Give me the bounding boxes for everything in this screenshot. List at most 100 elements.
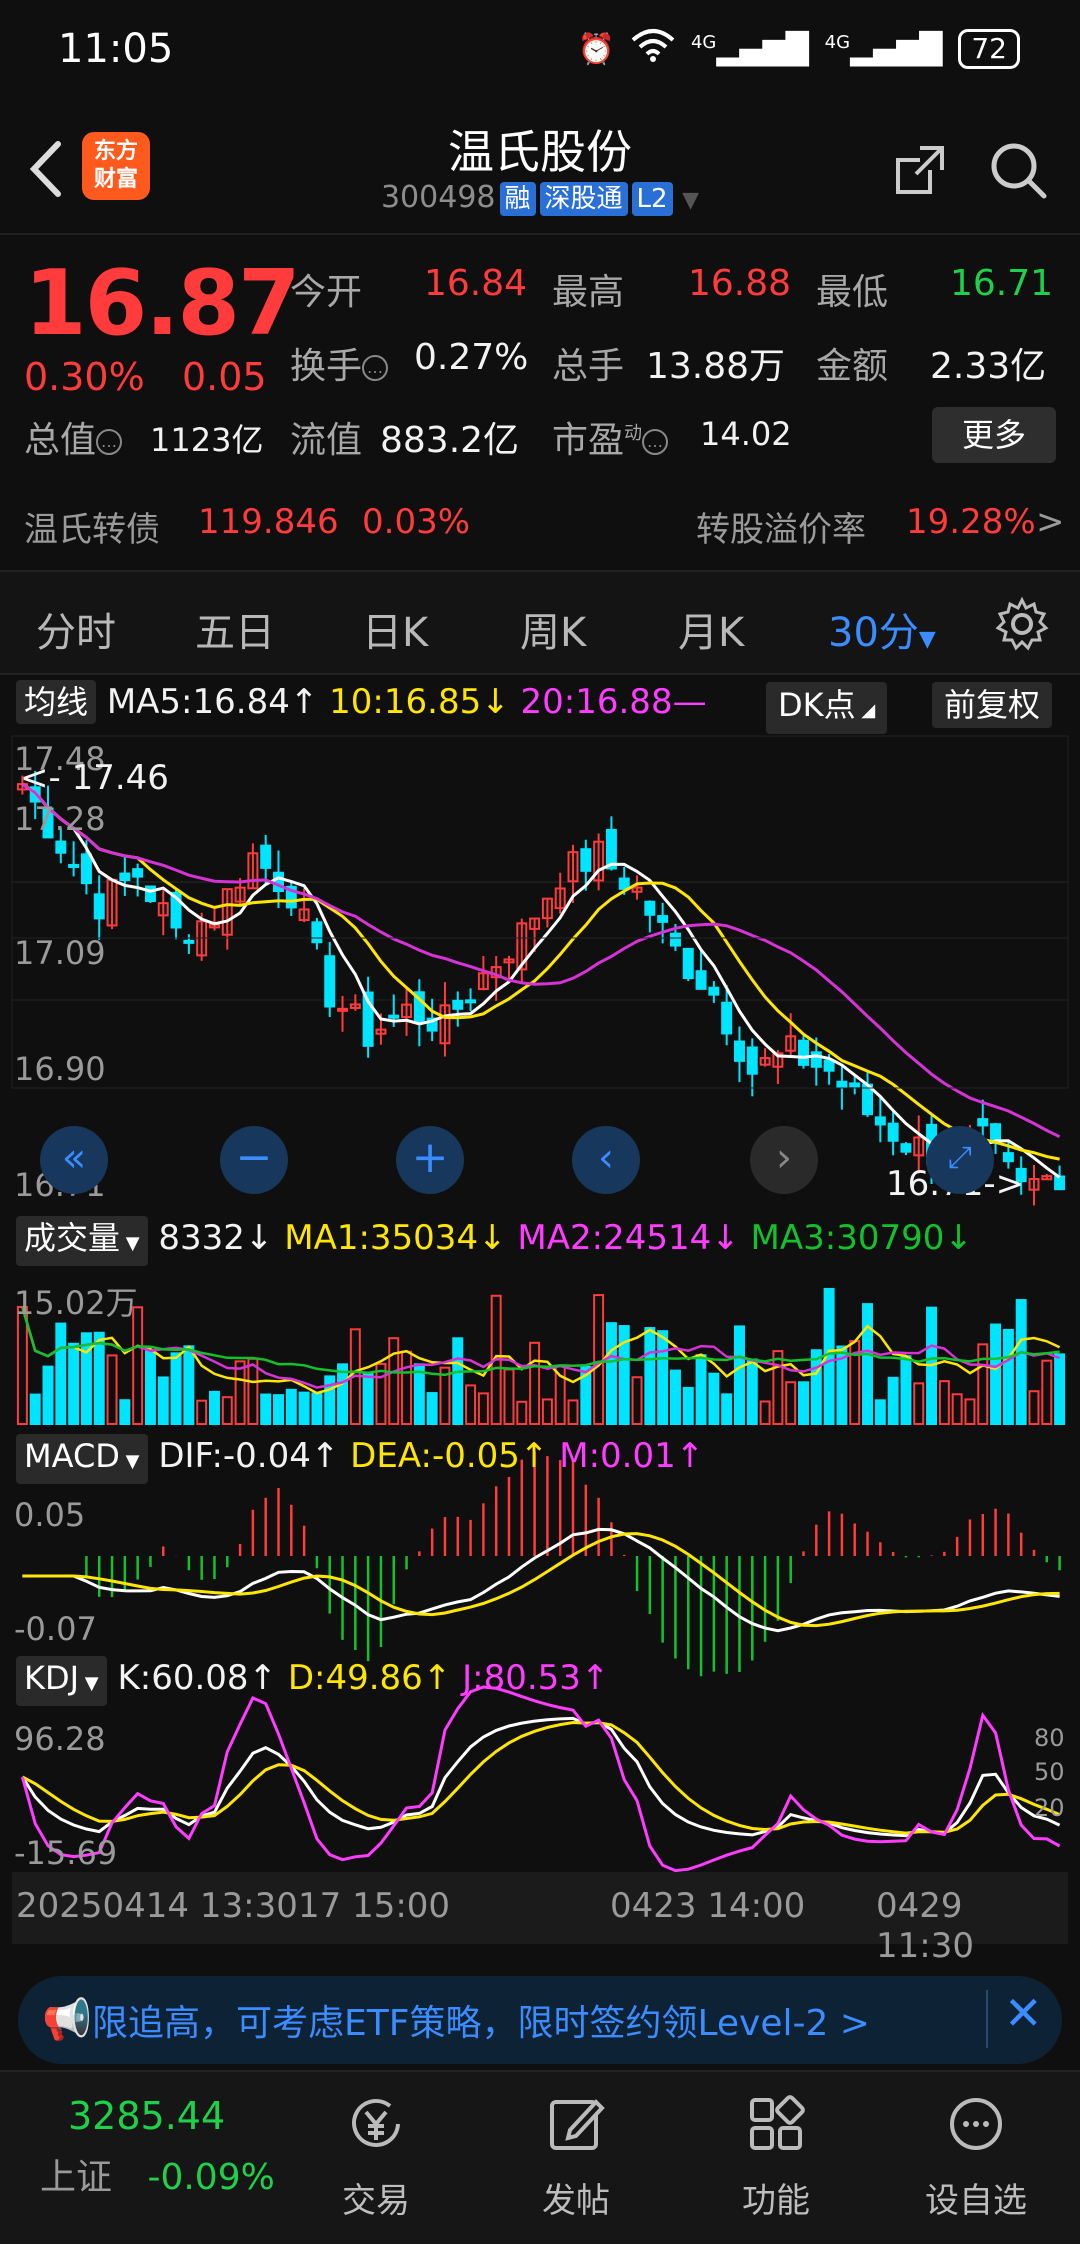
nav-post[interactable]: 发帖 <box>486 2092 666 2222</box>
scroll-right-button[interactable]: › <box>750 1126 818 1194</box>
volume-bar <box>682 1386 694 1426</box>
share-icon[interactable] <box>890 140 950 200</box>
close-icon[interactable]: ✕ <box>1004 1986 1043 2040</box>
candle-body <box>977 1118 989 1127</box>
volume-bar <box>503 1368 515 1426</box>
nav-trade[interactable]: 交易 <box>286 2092 466 2222</box>
volume-bar <box>401 1350 413 1426</box>
chevron-left-icon: ‹ <box>598 1135 614 1181</box>
volume-bar <box>298 1391 310 1425</box>
volume-bar <box>516 1400 528 1426</box>
candlesticks <box>16 770 1066 1206</box>
candle-body <box>465 999 477 1004</box>
info-icon[interactable]: … <box>96 429 123 455</box>
tab-weekly[interactable]: 周K <box>520 600 586 658</box>
more-button[interactable]: 更多 <box>932 407 1056 463</box>
candle-body <box>682 947 694 980</box>
candle-body <box>80 853 92 885</box>
volume-bar <box>80 1332 92 1425</box>
chevron-right-icon: > <box>1036 502 1065 542</box>
bottom-nav: 3285.44 上证 -0.09% 交易 发帖 功能 设自选 <box>0 2070 1080 2244</box>
promo-banner[interactable]: 📢 限追高，可考虑ETF策略，限时签约领Level-2 > ✕ <box>18 1976 1062 2064</box>
candle-body <box>452 999 464 1010</box>
j-line <box>20 1685 1061 1873</box>
macd-selector[interactable]: MACD ▼ <box>16 1434 148 1484</box>
tab-monthly[interactable]: 月K <box>678 600 744 658</box>
scroll-left-fast-button[interactable]: « <box>40 1126 108 1194</box>
candle-body <box>273 871 284 892</box>
candle-body <box>311 921 323 944</box>
pe-value: 14.02 <box>700 415 792 453</box>
volume-label: 总手 <box>552 346 625 387</box>
volume-selector[interactable]: 成交量 ▼ <box>16 1216 148 1266</box>
info-icon[interactable]: … <box>362 355 389 381</box>
high-label: 最高 <box>552 272 625 313</box>
volume-bar <box>208 1390 220 1426</box>
candle-body <box>68 863 80 868</box>
volume-bar <box>388 1337 400 1426</box>
volume-bar <box>221 1396 233 1425</box>
volume-bar <box>862 1303 874 1425</box>
candle-body <box>798 1039 809 1066</box>
kline-chart-area[interactable]: 均线 MA5:16.84↑ 10:16.85↓ 20:16.88— DK点 ◢ … <box>0 676 1080 1966</box>
search-icon[interactable] <box>986 138 1050 202</box>
volume-bar <box>529 1341 541 1426</box>
kdj-selector[interactable]: KDJ ▼ <box>16 1656 107 1706</box>
volume-bar <box>106 1354 118 1425</box>
index-ticker[interactable]: 3285.44 上证 -0.09% <box>40 2094 300 2200</box>
nav-add-watchlist[interactable]: 设自选 <box>886 2092 1066 2222</box>
ma20-line <box>21 782 1061 1139</box>
volume-bar <box>798 1381 809 1426</box>
index-name: 上证 <box>40 2157 113 2198</box>
candle-body <box>605 828 617 870</box>
tab-daily[interactable]: 日K <box>362 600 428 658</box>
volume-bar <box>900 1355 912 1425</box>
volume-bar <box>1028 1390 1040 1425</box>
volume-bar <box>541 1398 553 1426</box>
candle-body <box>708 986 720 996</box>
kdj-ref-20: 20 <box>1034 1794 1065 1822</box>
tab-intraday[interactable]: 分时 <box>36 600 116 658</box>
ma5-line <box>21 782 1061 1179</box>
megaphone-icon: 📢 <box>42 1997 92 2043</box>
macd-axis-bottom: -0.07 <box>14 1610 97 1648</box>
volume-bar <box>990 1323 1002 1426</box>
volume-ma3: MA3:30790↓ <box>750 1218 973 1258</box>
candle-body <box>849 1082 861 1088</box>
nav-functions[interactable]: 功能 <box>686 2092 866 2222</box>
candle-body <box>580 848 592 872</box>
volume-bar <box>234 1360 246 1425</box>
bond-price: 119.846 <box>198 502 339 542</box>
kdj-axis-bottom: -15.69 <box>14 1834 118 1872</box>
scroll-left-button[interactable]: ‹ <box>572 1126 640 1194</box>
volume-bar <box>119 1399 131 1426</box>
d-line <box>21 1720 1061 1835</box>
change-percent: 0.30% <box>24 355 145 399</box>
tab-30min[interactable]: 30分▼ <box>828 600 936 658</box>
volume-ma1: MA1:35034↓ <box>284 1218 507 1258</box>
zoom-in-button[interactable]: + <box>396 1126 464 1194</box>
fullscreen-button[interactable]: ⤢ <box>926 1126 994 1194</box>
zoom-out-button[interactable]: − <box>220 1126 288 1194</box>
volume-bar <box>695 1354 707 1425</box>
last-price: 16.87 <box>24 251 301 356</box>
candle-body <box>695 970 707 990</box>
low-label: 最低 <box>816 272 889 313</box>
kdj-indicator-row: KDJ ▼ K:60.08↑ D:49.86↑ J:80.53↑ <box>16 1656 609 1706</box>
amount-value: 2.33亿 <box>930 346 1047 387</box>
turnover-value: 0.27% <box>414 337 529 378</box>
tab-five-day[interactable]: 五日 <box>195 600 275 658</box>
k-line <box>21 1716 1061 1838</box>
premium-value: 19.28% <box>906 502 1036 542</box>
info-icon[interactable]: … <box>642 429 669 455</box>
gear-icon[interactable] <box>994 596 1050 652</box>
volume-bar <box>887 1376 899 1425</box>
volume-bar <box>605 1322 617 1426</box>
convertible-bond-row[interactable]: 温氏转债 119.846 0.03% 转股溢价率 19.28% > <box>0 494 1080 554</box>
volume-bar <box>951 1393 963 1426</box>
stock-header: 东方 财富 温氏股份 300498 融深股通 L2 ▼ <box>0 100 1080 235</box>
volume-bar <box>465 1384 477 1425</box>
dropdown-icon: ▼ <box>918 627 936 652</box>
volume-bar <box>183 1345 195 1426</box>
premium-label: 转股溢价率 <box>696 510 866 550</box>
